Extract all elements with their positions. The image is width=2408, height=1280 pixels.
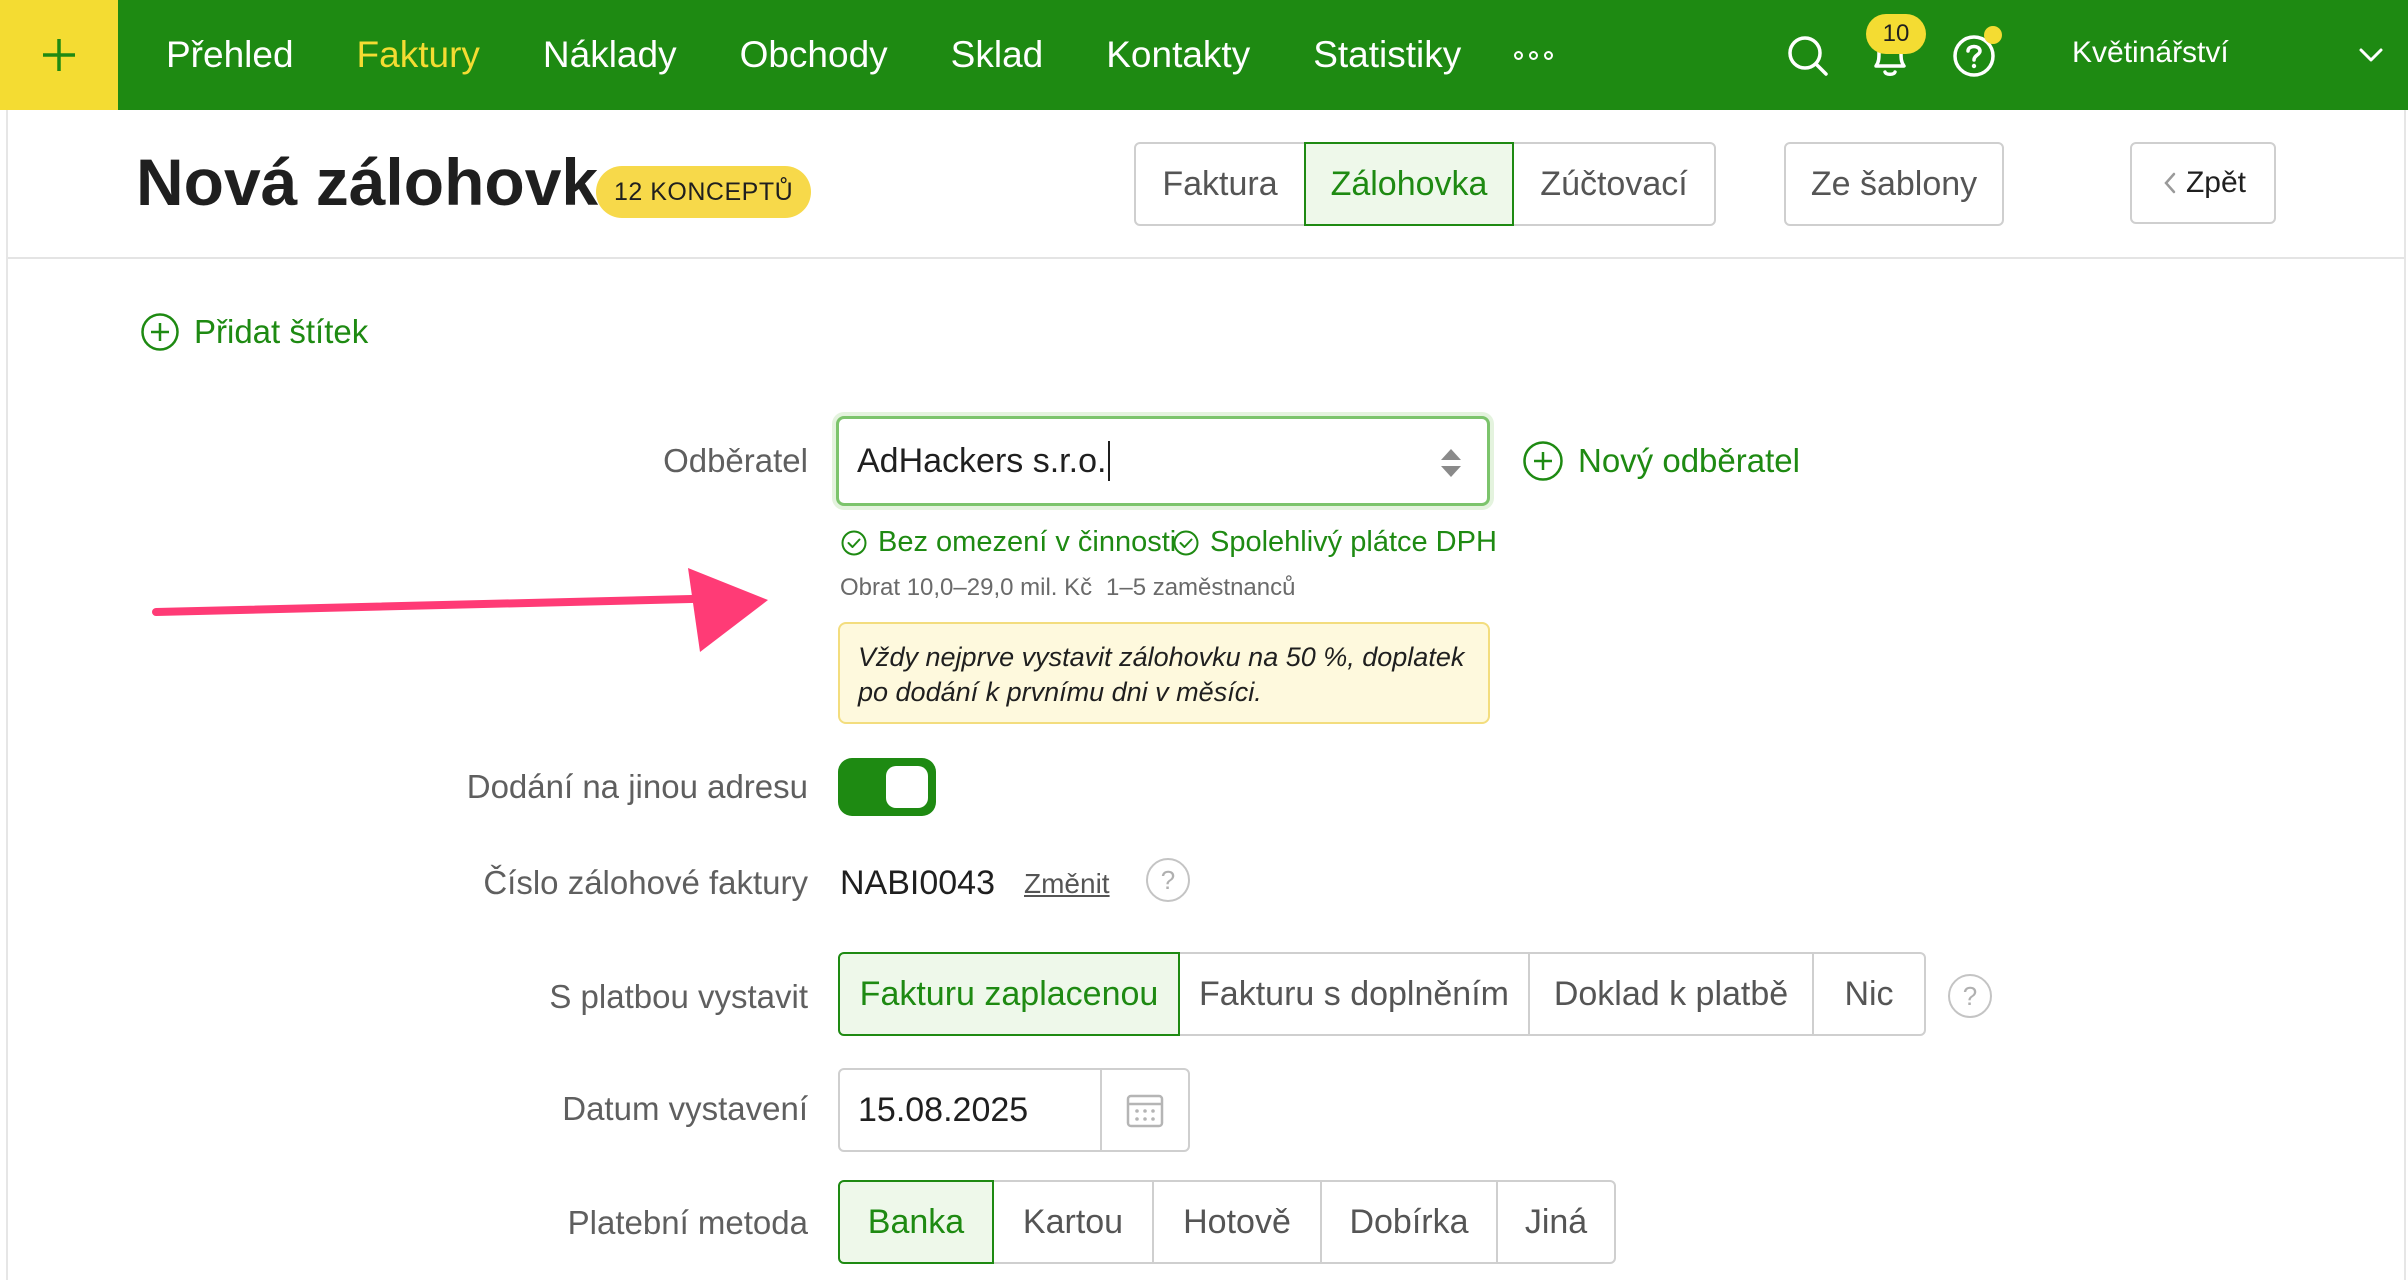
tab-faktura[interactable]: Faktura <box>1134 142 1306 226</box>
payment-bank[interactable]: Banka <box>838 1180 994 1264</box>
issue-date-input[interactable]: 15.08.2025 <box>840 1091 1100 1130</box>
change-number-link[interactable]: Změnit <box>1024 868 1110 900</box>
add-tag-link[interactable]: Přidat štítek <box>140 312 368 352</box>
help-icon[interactable]: ? <box>1146 858 1190 902</box>
drafts-badge[interactable]: 12 KONCEPTŮ <box>596 166 812 218</box>
payment-method-options: Banka Kartou Hotově Dobírka Jiná <box>838 1180 1616 1264</box>
company-switcher[interactable]: Květinářství <box>2072 36 2229 70</box>
back-button-label: Zpět <box>2185 166 2247 199</box>
nav-item-sklad[interactable]: Sklad <box>951 34 1044 76</box>
issue-date-field: 15.08.2025 <box>838 1068 1190 1152</box>
customer-employees: 1–5 zaměstnanců <box>1106 574 1296 601</box>
main-nav: Přehled Faktury Náklady Obchody Sklad Ko… <box>166 0 1554 110</box>
customer-note: Vždy nejprve vystavit zálohovku na 50 %,… <box>838 622 1490 724</box>
from-template-button[interactable]: Ze šablony <box>1784 142 2004 226</box>
payment-other[interactable]: Jiná <box>1496 1180 1616 1264</box>
calendar-icon[interactable] <box>1100 1070 1188 1150</box>
issue-with-payment-label: S platbou vystavit <box>549 978 808 1015</box>
nav-item-prehled[interactable]: Přehled <box>166 34 294 76</box>
nav-item-naklady[interactable]: Náklady <box>543 34 677 76</box>
help-icon[interactable]: ? <box>1948 974 1992 1018</box>
add-tag-label: Přidat štítek <box>194 313 369 350</box>
issue-date-label: Datum vystavení <box>562 1090 808 1127</box>
customer-select[interactable]: AdHackers s.r.o. <box>836 416 1490 506</box>
top-navigation-bar: Přehled Faktury Náklady Obchody Sklad Ko… <box>0 0 2408 110</box>
nav-item-kontakty[interactable]: Kontakty <box>1106 34 1250 76</box>
nav-item-statistiky[interactable]: Statistiky <box>1313 34 1461 76</box>
nav-item-obchody[interactable]: Obchody <box>740 34 888 76</box>
annotation-arrow <box>152 568 768 652</box>
content-border-left <box>6 110 8 1280</box>
invoice-number-value: NABI0043 <box>840 864 995 902</box>
check-circle-icon <box>841 530 867 555</box>
customer-label: Odběratel <box>663 442 808 479</box>
option-paid-invoice[interactable]: Fakturu zaplacenou <box>838 952 1180 1036</box>
customer-note-line-1: Vždy nejprve vystavit zálohovku na 50 %,… <box>858 642 1465 672</box>
customer-value: AdHackers s.r.o. <box>857 441 1107 480</box>
status-no-restrictions: Bez omezení v činnosti <box>840 526 1176 559</box>
new-customer-link[interactable]: Nový odběratel <box>1522 440 1800 482</box>
payment-card[interactable]: Kartou <box>992 1180 1154 1264</box>
issue-with-payment-options: Fakturu zaplacenou Fakturu s doplněním D… <box>838 952 1926 1036</box>
tab-zalohovka[interactable]: Zálohovka <box>1304 142 1514 226</box>
plus-circle-icon <box>1523 441 1563 481</box>
option-nothing[interactable]: Nic <box>1812 952 1926 1036</box>
page-title: Nová zálohovka <box>136 145 635 219</box>
tab-zuctovaci[interactable]: Zúčtovací <box>1512 142 1716 226</box>
invoice-number-label: Číslo zálohové faktury <box>483 864 808 901</box>
delivery-label: Dodání na jinou adresu <box>466 768 808 805</box>
option-invoice-with-supplement[interactable]: Fakturu s doplněním <box>1178 952 1530 1036</box>
notification-count-badge: 10 <box>1866 14 1926 54</box>
customer-turnover: Obrat 10,0–29,0 mil. Kč <box>840 574 1093 601</box>
search-icon[interactable] <box>1780 28 1836 84</box>
option-payment-receipt[interactable]: Doklad k platbě <box>1528 952 1814 1036</box>
content-border-right <box>2404 110 2406 1280</box>
header-divider <box>8 257 2404 259</box>
customer-note-line-2: po dodání k prvnímu dni v měsíci. <box>858 677 1262 707</box>
payment-cash[interactable]: Hotově <box>1152 1180 1322 1264</box>
check-circle-icon <box>1173 530 1199 555</box>
select-arrows-icon <box>1441 449 1461 477</box>
status-reliable-vat-payer-label: Spolehlivý plátce DPH <box>1210 526 1497 558</box>
plus-circle-icon <box>141 313 179 351</box>
nav-item-faktury[interactable]: Faktury <box>357 34 480 76</box>
chevron-left-icon <box>2164 172 2176 194</box>
payment-method-label: Platební metoda <box>567 1204 808 1241</box>
payment-cod[interactable]: Dobírka <box>1320 1180 1498 1264</box>
toggle-knob <box>886 766 928 808</box>
add-new-button[interactable] <box>0 0 118 110</box>
help-notification-dot <box>1984 26 2002 44</box>
more-menu-icon[interactable] <box>1514 50 1554 60</box>
status-no-restrictions-label: Bez omezení v činnosti <box>878 526 1177 558</box>
plus-icon <box>43 39 75 71</box>
chevron-down-icon[interactable] <box>2356 40 2386 70</box>
text-caret <box>1108 441 1111 481</box>
document-type-tabs: Faktura Zálohovka Zúčtovací <box>1134 142 1716 226</box>
delivery-toggle[interactable] <box>838 758 936 816</box>
back-button[interactable]: Zpět <box>2130 142 2276 224</box>
new-customer-label: Nový odběratel <box>1578 442 1800 479</box>
status-reliable-vat-payer: Spolehlivý plátce DPH <box>1172 526 1497 559</box>
